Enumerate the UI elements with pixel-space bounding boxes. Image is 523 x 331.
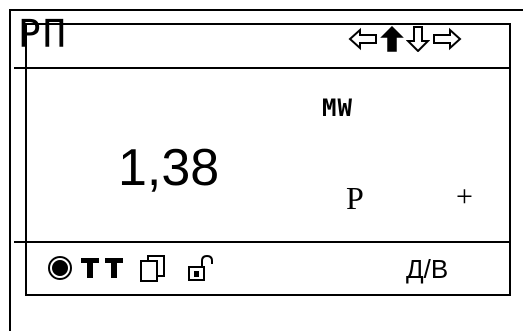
arrow-down-outline-icon[interactable] <box>405 26 431 53</box>
navigation-arrows <box>348 25 462 53</box>
double-t-icon <box>80 254 126 282</box>
arrow-left-outline-icon[interactable] <box>348 26 378 52</box>
copy-pages-icon <box>138 254 172 282</box>
arrow-right-outline-icon[interactable] <box>432 26 462 52</box>
header-divider <box>14 67 510 69</box>
measurement-mode: P <box>346 180 364 216</box>
value-sign: + <box>456 180 473 213</box>
value-unit: MW <box>322 94 353 122</box>
status-icons <box>46 254 220 282</box>
screen-title: РП <box>18 12 68 56</box>
control-mode-label: Д/В <box>406 254 449 284</box>
measured-value: 1,38 <box>118 139 220 197</box>
circle-indicator-icon <box>46 254 76 282</box>
unlocked-padlock-icon <box>186 254 220 282</box>
arrow-up-filled-icon[interactable] <box>380 25 404 52</box>
footer-divider <box>14 241 510 243</box>
